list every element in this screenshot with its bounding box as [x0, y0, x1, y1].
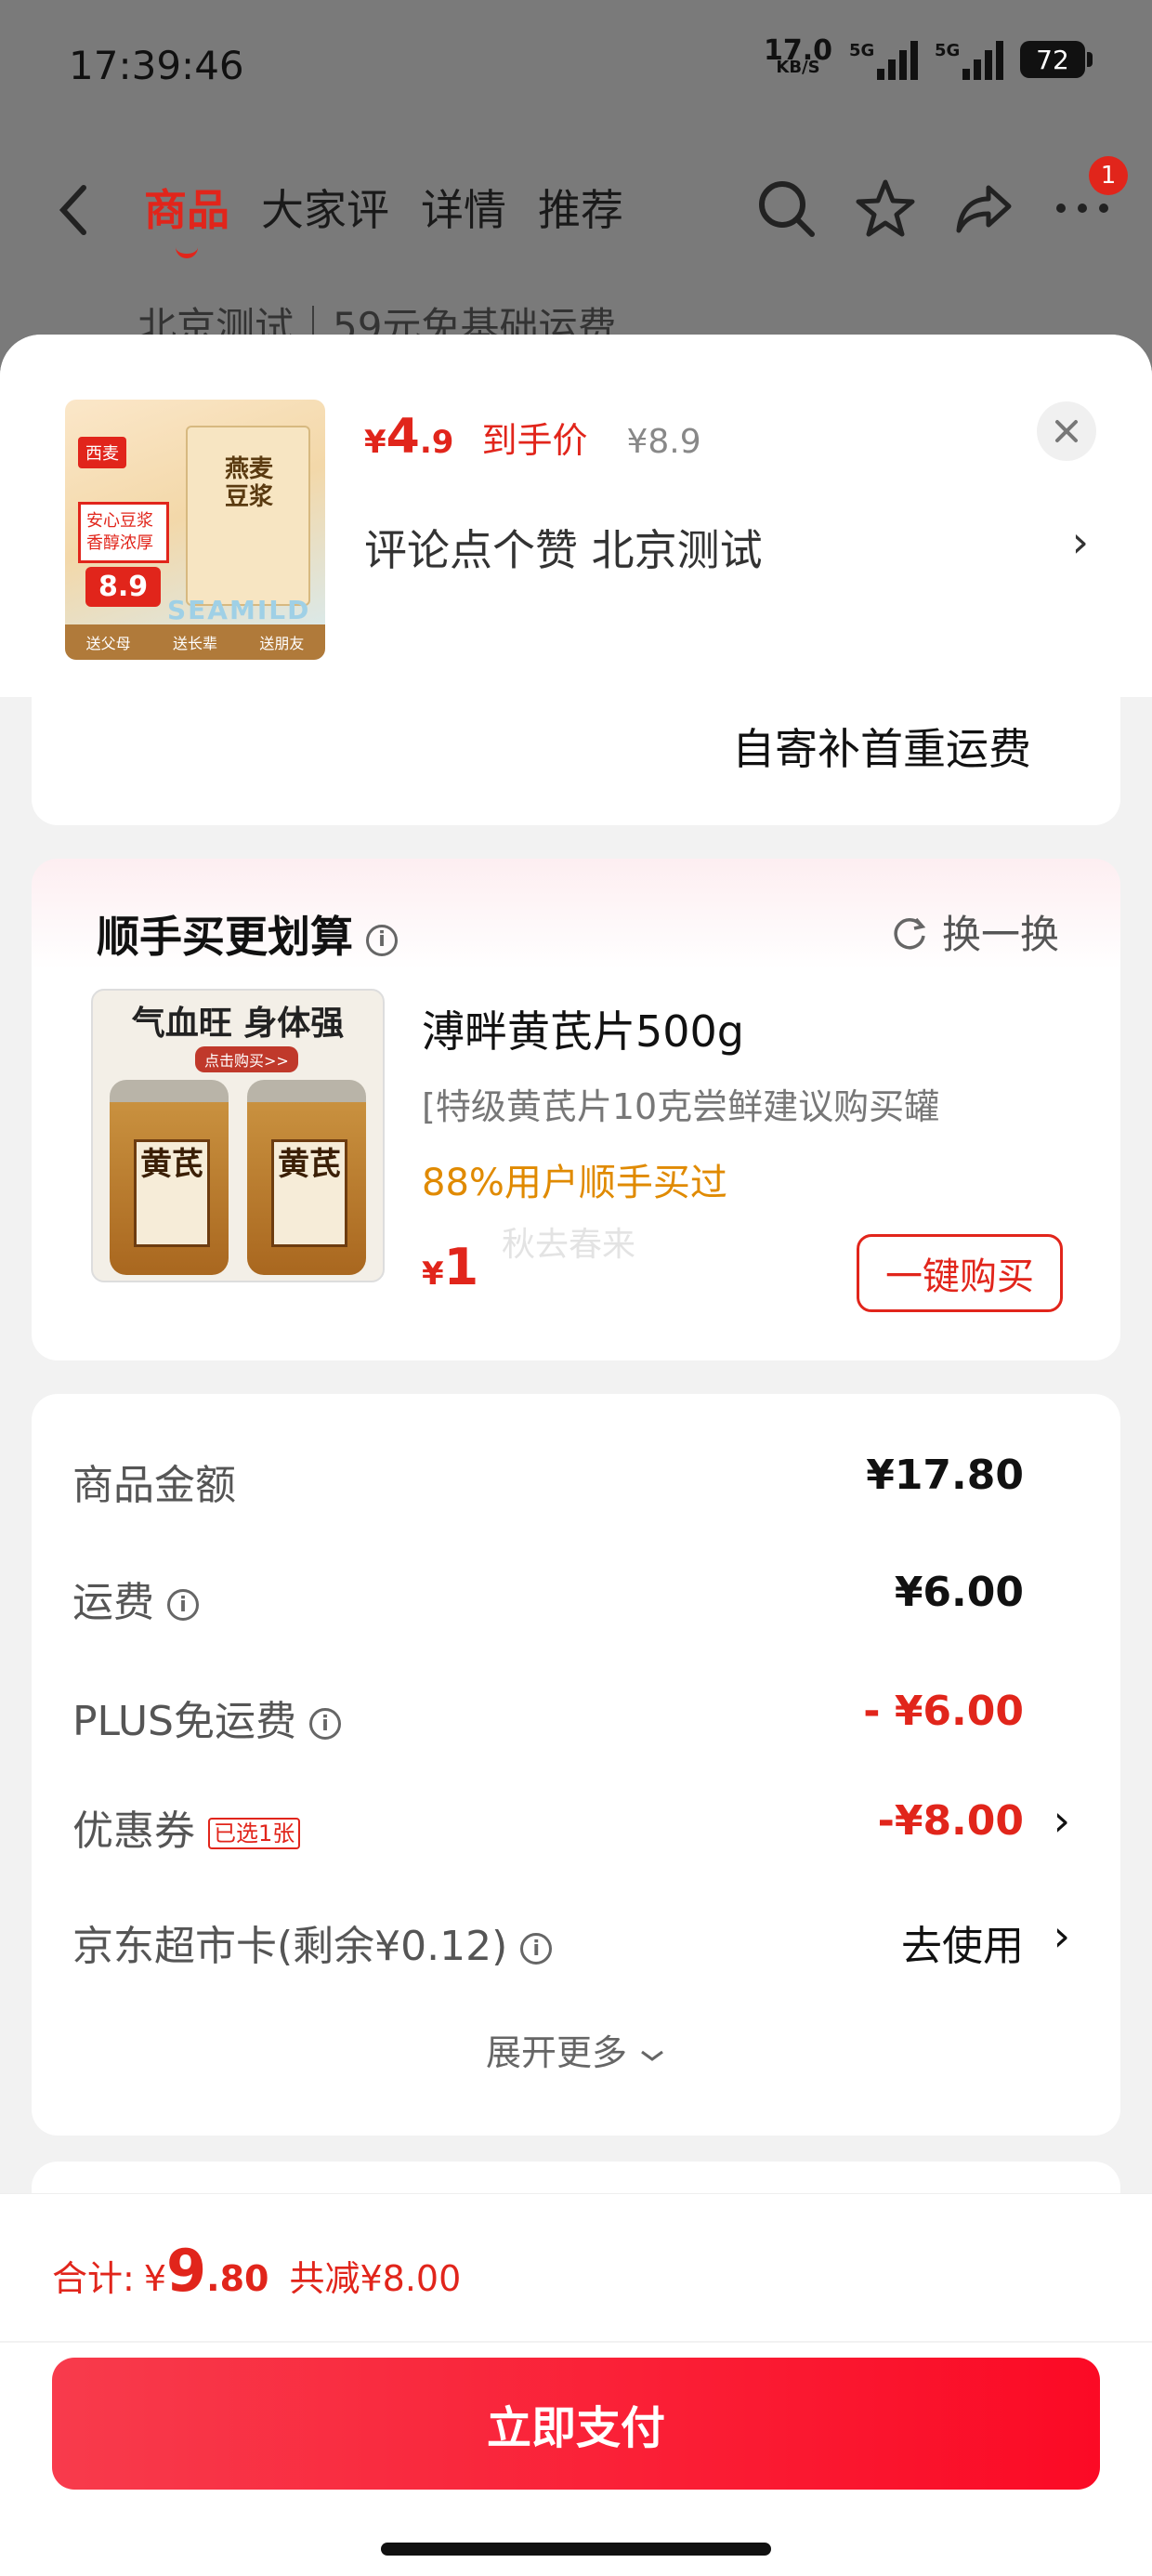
chevron-down-icon	[641, 2050, 663, 2061]
battery-icon: 72	[1020, 41, 1093, 78]
cost-row-shipping: 运费 i ¥6.00	[72, 1569, 1024, 1626]
status-time: 17:39:46	[69, 43, 244, 88]
checkout-footer: 合计: ¥ 9 .80 共减¥8.00 立即支付	[0, 2193, 1152, 2576]
image-tag: 安心豆浆 香醇浓厚	[78, 502, 169, 563]
watermark-text: 秋去春来	[502, 1226, 636, 1264]
address-selector[interactable]: 评论点个赞 北京测试 ›	[364, 517, 1089, 578]
order-total: 合计: ¥ 9 .80 共减¥8.00	[52, 2237, 462, 2305]
star-icon[interactable]	[853, 177, 918, 242]
info-icon[interactable]: i	[167, 1589, 199, 1621]
image-watermark: SEAMILD	[167, 595, 311, 625]
one-click-buy-button[interactable]: 一键购买	[857, 1234, 1063, 1312]
chevron-right-icon: ›	[1053, 1795, 1070, 1846]
divider	[0, 2341, 1152, 2343]
search-icon[interactable]	[754, 177, 819, 242]
tab-product[interactable]: 商品	[144, 177, 229, 258]
original-price: ¥8.9	[626, 423, 701, 461]
signal-icon: 5G	[935, 39, 1003, 80]
expand-more-button[interactable]: 展开更多	[32, 2024, 1120, 2075]
status-bar: 17:39:46 17.0 KB/S 5G 5G 72	[0, 0, 1152, 130]
upsell-product-name[interactable]: 溥畔黄芪片500g	[422, 998, 744, 1059]
tab-recommend[interactable]: 推荐	[538, 177, 623, 238]
upsell-price: ¥1	[422, 1238, 479, 1296]
product-header: 西麦 安心豆浆 香醇浓厚 8.9 燕麦豆浆 SEAMILD 送父母 送长辈 送朋友 …	[0, 335, 1152, 697]
upsell-card: 顺手买更划算 i 换一换 气血旺 身体强 点击购买>> 黄芪 黄芪 溥畔黄芪片50…	[32, 859, 1120, 1360]
cost-row-subtotal: 商品金额 ¥17.80	[72, 1452, 1024, 1509]
product-image: 西麦 安心豆浆 香醇浓厚 8.9 燕麦豆浆 SEAMILD 送父母 送长辈 送朋友	[65, 400, 325, 660]
nav-tabs: 商品 大家评 详情 推荐	[144, 177, 623, 258]
tab-details[interactable]: 详情	[421, 177, 506, 238]
more-button[interactable]: 1	[1050, 156, 1128, 243]
status-icons: 17.0 KB/S 5G 5G 72	[763, 34, 1093, 80]
back-icon[interactable]	[52, 182, 98, 238]
chevron-right-icon: ›	[1053, 1911, 1070, 1961]
net-speed: 17.0 KB/S	[763, 34, 832, 77]
upsell-image[interactable]: 气血旺 身体强 点击购买>> 黄芪 黄芪	[91, 989, 385, 1282]
image-price: 8.9	[85, 567, 162, 607]
product-price: ¥ 4 .9 到手价 ¥8.9	[364, 409, 701, 465]
total-discount: 共减¥8.00	[289, 2258, 462, 2299]
shipping-card: 自寄补首重运费	[32, 697, 1120, 825]
coupon-selected-tag: 已选1张	[208, 1818, 301, 1849]
share-icon[interactable]	[951, 177, 1016, 242]
upsell-rate: 88%用户顺手买过	[422, 1162, 727, 1204]
info-icon[interactable]: i	[309, 1708, 341, 1740]
notification-badge: 1	[1089, 156, 1128, 195]
top-nav: 商品 大家评 详情 推荐 1	[0, 156, 1152, 258]
cost-summary-card: 商品金额 ¥17.80 运费 i ¥6.00 PLUS免运费 i - ¥6.00 优…	[32, 1394, 1120, 2136]
tab-reviews[interactable]: 大家评	[261, 177, 389, 238]
cost-row-coupon[interactable]: 优惠券 已选1张 -¥8.00 ›	[72, 1786, 1081, 1860]
upsell-product-desc: [特级黄芪片10克尝鲜建议购买罐	[422, 1086, 940, 1127]
home-indicator[interactable]	[381, 2543, 771, 2556]
product-bag: 燕麦豆浆	[186, 426, 310, 606]
refresh-icon	[894, 917, 926, 949]
signal-icon: 5G	[849, 39, 918, 80]
shipping-note: 自寄补首重运费	[732, 724, 1031, 774]
info-icon[interactable]: i	[520, 1933, 553, 1965]
close-icon	[1055, 420, 1078, 442]
swap-button[interactable]: 换一换	[888, 903, 1059, 960]
upsell-title: 顺手买更划算 i	[97, 903, 398, 965]
image-strip: 送父母 送长辈 送朋友	[65, 624, 325, 660]
address-text: 评论点个赞 北京测试	[364, 525, 763, 575]
pay-now-button[interactable]: 立即支付	[52, 2358, 1100, 2490]
cost-row-jd-card[interactable]: 京东超市卡(剩余¥0.12) i 去使用 ›	[72, 1901, 1081, 1976]
info-icon[interactable]: i	[366, 924, 398, 956]
brand-logo: 西麦	[78, 437, 126, 468]
chevron-right-icon: ›	[1071, 517, 1089, 567]
checkout-sheet: 西麦 安心豆浆 香醇浓厚 8.9 燕麦豆浆 SEAMILD 送父母 送长辈 送朋友 …	[0, 335, 1152, 2576]
price-label: 到手价	[481, 420, 588, 461]
cost-row-plus-free-shipping: PLUS免运费 i - ¥6.00	[72, 1688, 1024, 1745]
nav-actions: 1	[754, 156, 1128, 243]
close-button[interactable]	[1037, 401, 1096, 461]
